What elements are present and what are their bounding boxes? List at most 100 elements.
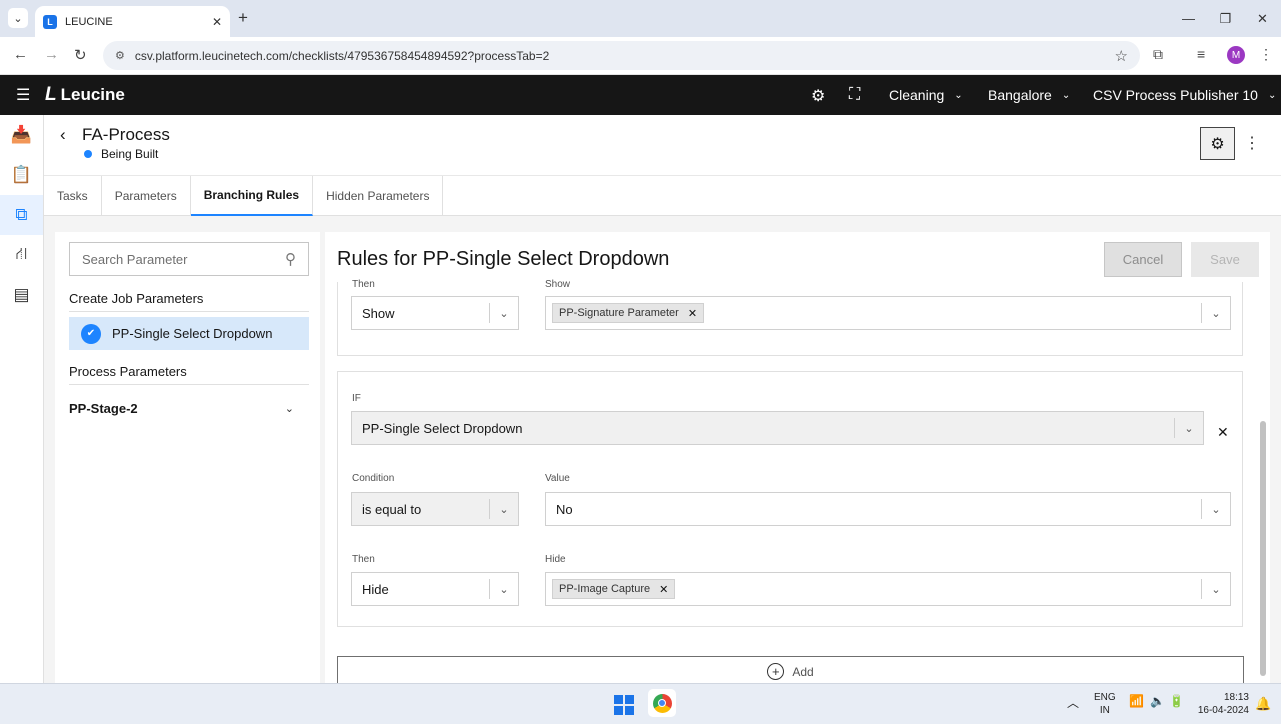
parameter-item-selected[interactable]: ✔ PP-Single Select Dropdown: [69, 317, 309, 350]
tab-tasks[interactable]: Tasks: [44, 176, 102, 216]
volume-icon[interactable]: 🔈: [1150, 694, 1165, 708]
hamburger-menu-icon[interactable]: ☰: [16, 85, 30, 105]
inbox-icon[interactable]: 📥: [0, 115, 43, 155]
then-action-select[interactable]: Show ⌄: [351, 296, 519, 330]
target-parameters-select[interactable]: PP-Signature Parameter ✕ ⌄: [545, 296, 1231, 330]
chrome-taskbar-icon[interactable]: [648, 689, 676, 717]
then-label: Then: [352, 279, 375, 290]
parameter-list-panel: Search Parameter ⚲ Create Job Parameters…: [55, 232, 320, 683]
add-rule-button[interactable]: + Add: [337, 656, 1244, 683]
new-tab-plus-icon[interactable]: +: [238, 8, 248, 28]
page-title: FA-Process: [82, 125, 170, 144]
browser-tab-strip: ⌄ L LEUCINE ✕ + — ❐ ✕: [0, 0, 1281, 37]
then-action-select[interactable]: Hide ⌄: [351, 572, 519, 606]
leucine-logo[interactable]: L Leucine: [45, 84, 125, 106]
remove-chip-icon[interactable]: ✕: [659, 583, 668, 596]
bookmark-star-icon[interactable]: ☆: [1115, 47, 1128, 65]
cancel-button[interactable]: Cancel: [1104, 242, 1182, 277]
facility-dropdown[interactable]: Cleaning ⌄: [889, 87, 963, 103]
notification-bell-icon[interactable]: 🔔: [1255, 696, 1271, 712]
plus-circle-icon: +: [767, 663, 785, 680]
minimize-icon[interactable]: —: [1170, 0, 1207, 37]
rules-panel: Rules for PP-Single Select Dropdown Canc…: [325, 232, 1270, 683]
chevron-down-icon[interactable]: ⌄: [1175, 422, 1203, 435]
chip-label: PP-Image Capture: [559, 583, 651, 595]
search-icon[interactable]: ⚲: [285, 250, 296, 268]
back-arrow-icon[interactable]: ‹: [60, 125, 66, 145]
browser-tab[interactable]: L LEUCINE ✕: [35, 6, 230, 37]
target-label: Show: [545, 279, 571, 290]
target-parameters-select[interactable]: PP-Image Capture ✕ ⌄: [545, 572, 1231, 606]
battery-icon[interactable]: 🔋: [1169, 694, 1184, 708]
facility-dropdown-label: Cleaning: [889, 87, 945, 103]
status-dot: [84, 150, 92, 158]
condition-value: is equal to: [362, 501, 422, 517]
leucine-logo-icon: L: [45, 84, 57, 105]
forward-icon[interactable]: →: [44, 46, 59, 63]
more-options-icon[interactable]: ⋮: [1244, 133, 1260, 153]
browser-menu-icon[interactable]: ⋮: [1259, 46, 1273, 63]
language-indicator[interactable]: ENG IN: [1094, 691, 1116, 717]
search-parameter-input[interactable]: Search Parameter ⚲: [69, 242, 309, 276]
wifi-icon[interactable]: 📶: [1129, 694, 1144, 708]
remove-rule-icon[interactable]: ✕: [1217, 424, 1229, 441]
site-info-icon[interactable]: ⚙: [115, 49, 125, 62]
then-label: Then: [352, 554, 375, 565]
close-window-icon[interactable]: ✕: [1244, 0, 1281, 37]
close-tab-icon[interactable]: ✕: [212, 15, 222, 29]
parameter-item-label: PP-Single Select Dropdown: [112, 326, 273, 341]
process-parameters-heading: Process Parameters: [69, 364, 309, 385]
chevron-down-icon[interactable]: ⌄: [1202, 503, 1230, 516]
tab-search-chevron-icon[interactable]: ⌄: [8, 8, 28, 28]
chip-label: PP-Signature Parameter: [559, 307, 679, 319]
content-area: Search Parameter ⚲ Create Job Parameters…: [44, 216, 1281, 683]
reload-icon[interactable]: ↻: [74, 46, 87, 64]
tray-overflow-chevron-icon[interactable]: ︿: [1067, 694, 1079, 711]
stage-accordion[interactable]: PP-Stage-2 ⌄: [69, 401, 294, 416]
ontology-icon[interactable]: ⛙: [0, 235, 43, 275]
checklist-icon[interactable]: 📋: [0, 155, 43, 195]
condition-label: Condition: [352, 473, 395, 484]
chrome-logo-center: [658, 699, 666, 707]
chevron-down-icon[interactable]: ⌄: [490, 503, 518, 516]
if-label: IF: [352, 393, 361, 404]
location-dropdown[interactable]: Bangalore ⌄: [988, 87, 1070, 103]
rules-title: Rules for PP-Single Select Dropdown: [337, 248, 670, 270]
left-nav-rail: 📥 📋 ⧉ ⛙ ▤: [0, 115, 44, 683]
if-parameter-select[interactable]: PP-Single Select Dropdown ⌄: [351, 411, 1204, 445]
process-builder-icon[interactable]: ⧉: [0, 195, 43, 235]
chevron-down-icon[interactable]: ⌄: [1202, 307, 1230, 320]
system-clock[interactable]: 18:13 16-04-2024: [1194, 691, 1249, 717]
restore-icon[interactable]: ❐: [1207, 0, 1244, 37]
scan-icon[interactable]: ⛶: [849, 86, 860, 104]
brand-name: Leucine: [60, 85, 125, 104]
url-text[interactable]: csv.platform.leucinetech.com/checklists/…: [135, 49, 1115, 63]
process-settings-button[interactable]: ⚙: [1200, 127, 1235, 160]
target-label: Hide: [545, 554, 566, 565]
chevron-down-icon[interactable]: ⌄: [490, 307, 518, 320]
value-select[interactable]: No ⌄: [545, 492, 1231, 526]
tab-parameters[interactable]: Parameters: [102, 176, 191, 216]
tab-branching-rules[interactable]: Branching Rules: [190, 176, 314, 216]
rules-scrollbar[interactable]: [1260, 421, 1266, 676]
windows-start-icon[interactable]: [614, 695, 634, 715]
reading-list-icon[interactable]: ≡: [1197, 46, 1205, 62]
reports-icon[interactable]: ▤: [0, 275, 43, 315]
chevron-down-icon[interactable]: ⌄: [490, 583, 518, 596]
language-code: ENG: [1094, 692, 1116, 703]
settings-gear-icon[interactable]: ⚙: [811, 86, 825, 106]
tab-hidden-parameters[interactable]: Hidden Parameters: [313, 176, 444, 216]
window-controls: — ❐ ✕: [1170, 0, 1281, 37]
condition-select[interactable]: is equal to ⌄: [351, 492, 519, 526]
user-dropdown-label: CSV Process Publisher 10: [1093, 87, 1258, 103]
save-button[interactable]: Save: [1191, 242, 1259, 277]
remove-chip-icon[interactable]: ✕: [688, 307, 697, 320]
user-dropdown[interactable]: CSV Process Publisher 10 ⌄: [1093, 87, 1276, 103]
chevron-down-icon[interactable]: ⌄: [1202, 583, 1230, 596]
windows-logo-tile: [625, 706, 634, 715]
address-bar[interactable]: ⚙ csv.platform.leucinetech.com/checklist…: [103, 41, 1140, 70]
profile-avatar[interactable]: M: [1227, 46, 1245, 64]
back-icon[interactable]: ←: [13, 46, 28, 63]
browser-tab-title: LEUCINE: [65, 15, 113, 28]
extensions-icon[interactable]: ⧉: [1153, 46, 1163, 63]
